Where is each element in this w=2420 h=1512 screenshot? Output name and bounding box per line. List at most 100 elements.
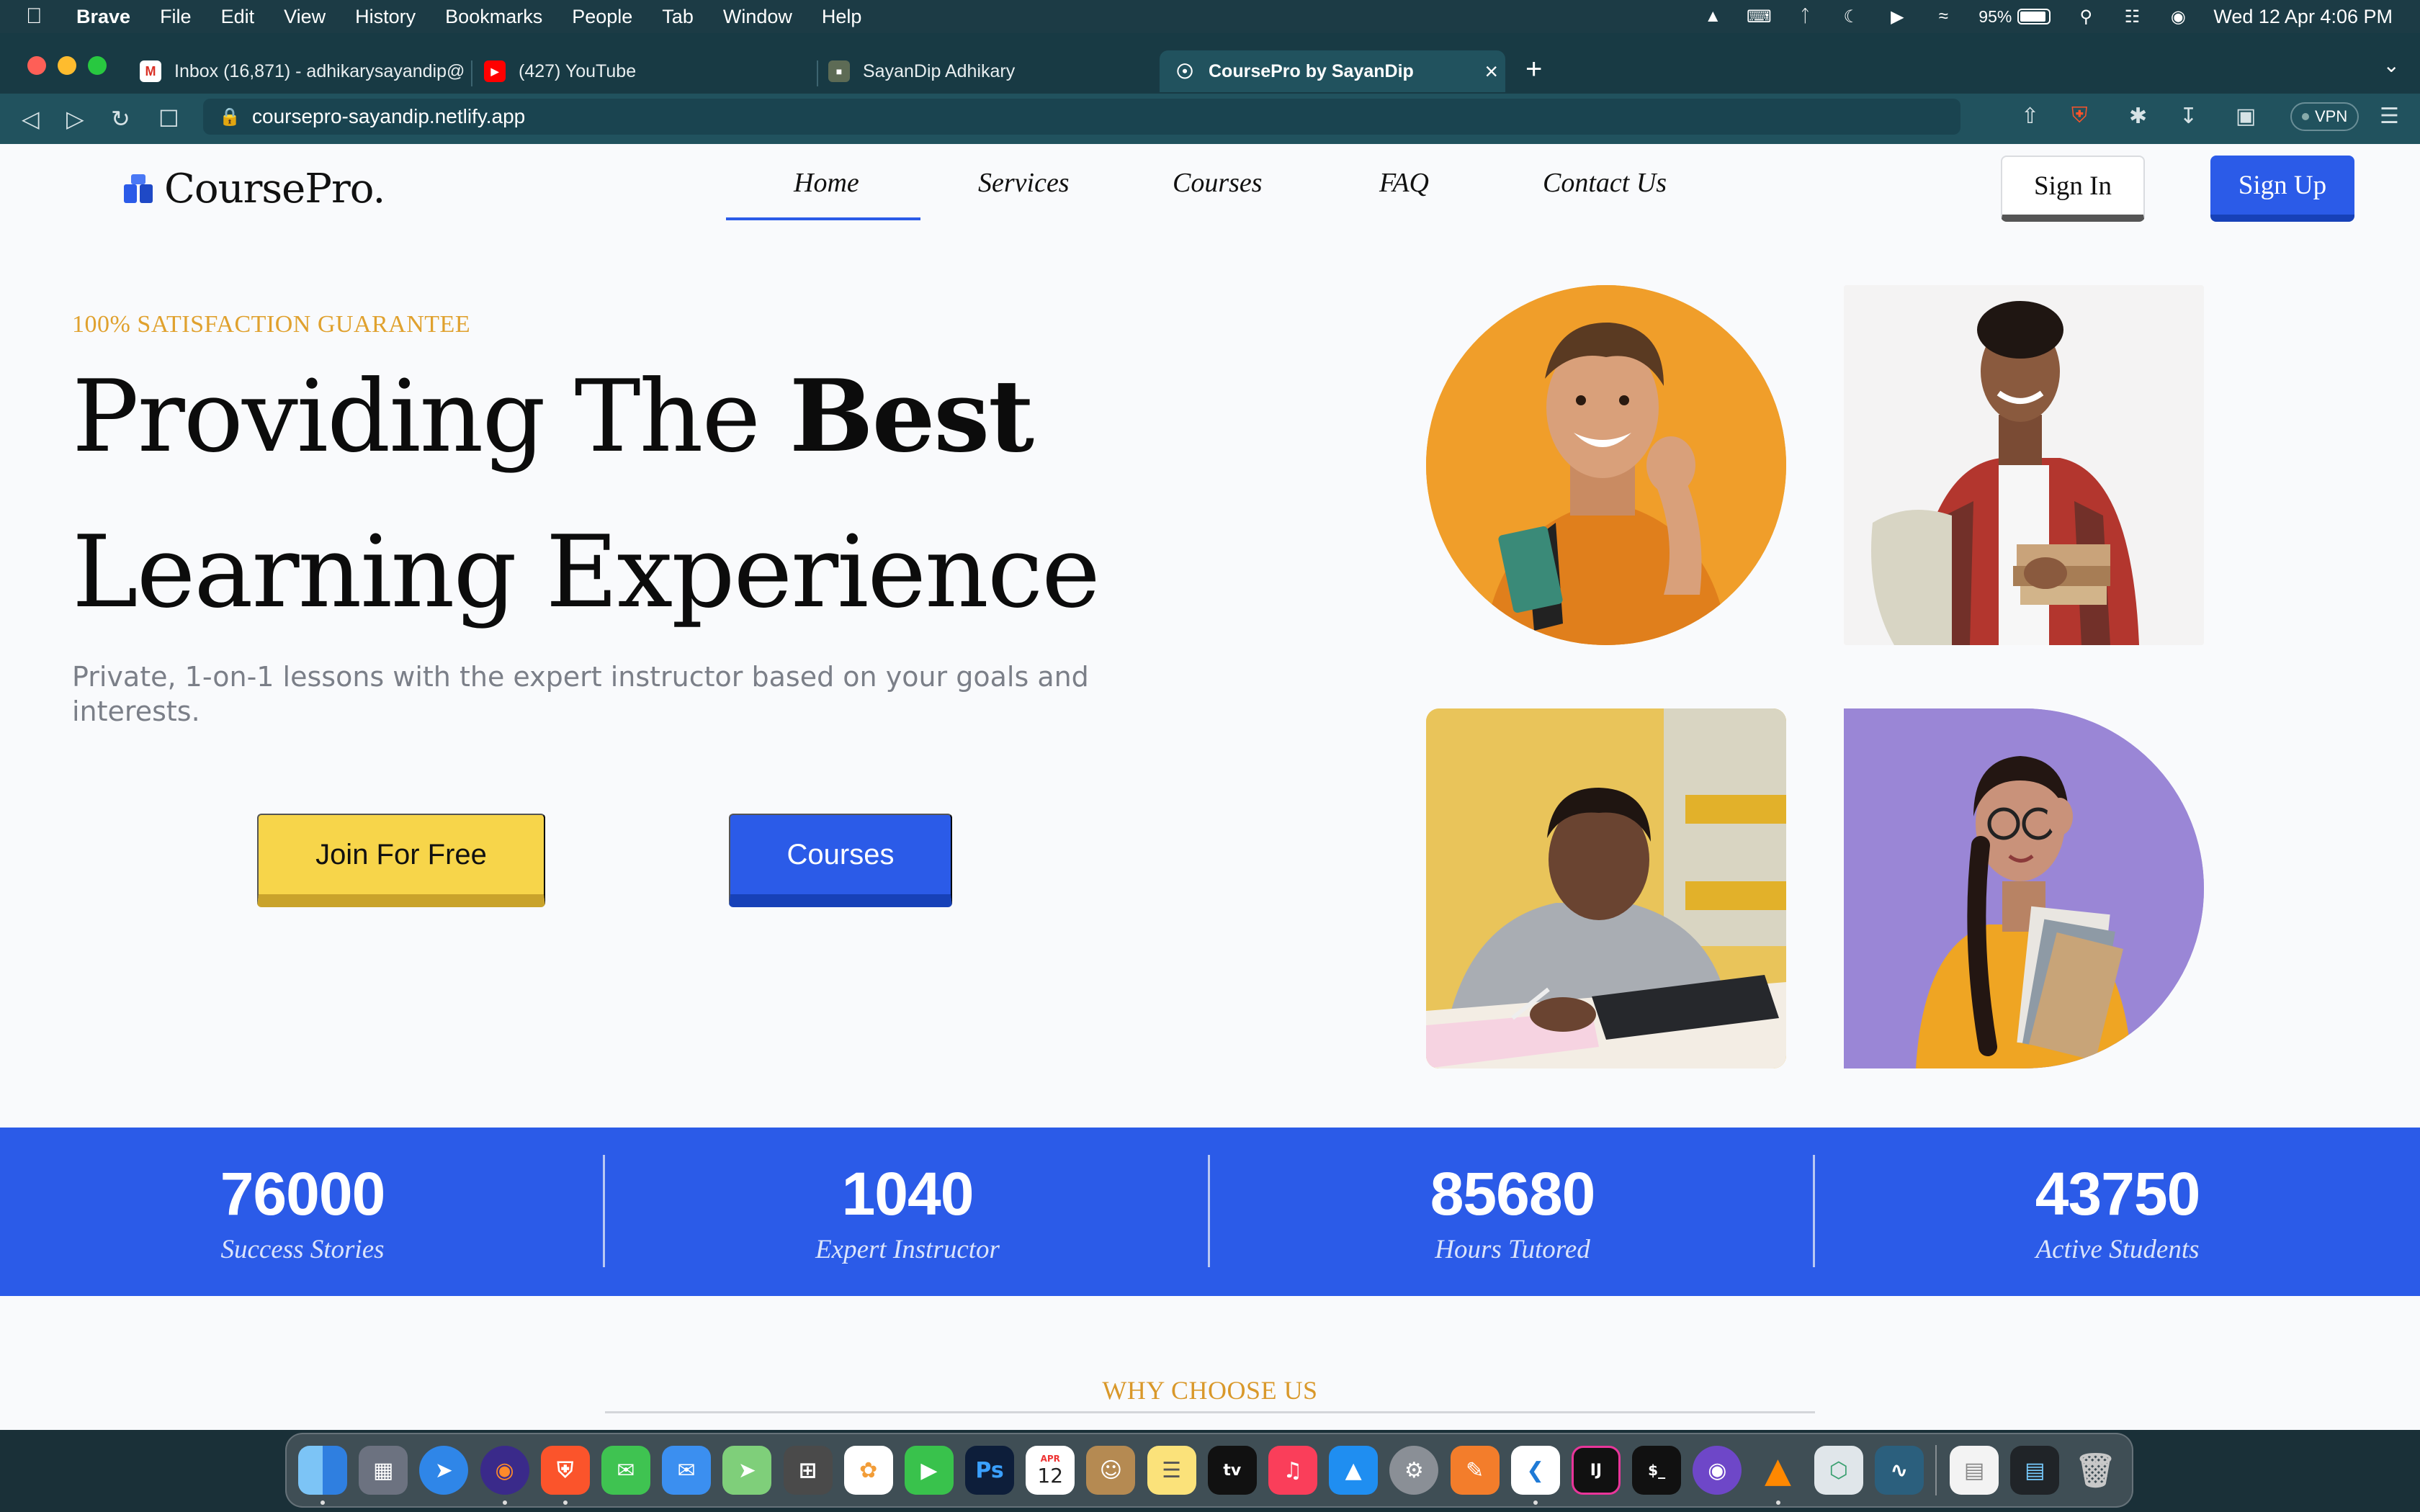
menu-tab[interactable]: Tab [662,6,694,28]
launchpad-icon[interactable]: ▦ [359,1446,408,1495]
keyboard-icon[interactable]: ⌨ [1747,7,1772,27]
calendar-icon[interactable]: APR 12 [1026,1446,1075,1495]
minimize-window-button[interactable] [58,56,76,75]
photoshop-icon[interactable]: Ps [965,1446,1015,1495]
control-center-icon[interactable]: ☷ [2121,7,2143,27]
photoshop-label: Ps [975,1457,1004,1483]
document-icon[interactable]: ▤ [1950,1446,1999,1495]
vlc-icon[interactable]: ▲ [1754,1446,1803,1505]
lock-icon[interactable]: 🔒 [219,107,241,127]
photos-icon[interactable]: ✿ [843,1446,893,1495]
wifi-icon[interactable]: ≈ [1932,6,1954,26]
tab-label: CoursePro by SayanDip [1209,60,1414,81]
vpn-status-icon [2302,113,2309,120]
close-tab-icon[interactable]: × [1484,58,1498,85]
wallet-icon[interactable]: ▣ [2236,104,2256,129]
clock[interactable]: Wed 12 Apr 4:06 PM [2213,6,2393,28]
focus-moon-icon[interactable]: ☾ [1840,7,1862,27]
screen:  Brave File Edit View History Bookmarks… [0,0,2420,1512]
nav-contact-us[interactable]: Contact Us [1543,167,1667,199]
apple-tv-label: tv [1223,1461,1242,1480]
pages-icon[interactable]: ✎ [1450,1446,1500,1495]
tab-youtube[interactable]: ▶ (427) YouTube [484,50,636,92]
menu-help[interactable]: Help [822,6,862,28]
bookmark-icon[interactable]: ☐ [158,105,179,132]
intellij-icon[interactable]: IJ [1571,1446,1621,1495]
system-settings-icon[interactable]: ⚙ [1389,1446,1439,1495]
app-store-icon[interactable]: ▲ [1329,1446,1379,1495]
tab-sayandip[interactable]: ■ SayanDip Adhikary [828,50,1015,92]
menu-app-name[interactable]: Brave [76,6,130,28]
tab-separator [471,60,472,86]
address-bar[interactable]: 🔒 coursepro-sayandip.netlify.app [203,99,1960,135]
contacts-icon[interactable]: ☺ [1086,1446,1136,1495]
tab-search-chevron-icon[interactable]: ⌄ [2383,53,2400,77]
hero-image-student-cheering [1426,285,1786,645]
menu-edit[interactable]: Edit [221,6,255,28]
mysql-workbench-icon[interactable]: ∿ [1874,1446,1924,1495]
tab-label: (427) YouTube [519,60,637,81]
close-window-button[interactable] [27,56,46,75]
new-tab-button[interactable]: + [1525,53,1542,86]
hamburger-menu-icon[interactable]: ☰ [2380,104,2399,129]
sign-up-button[interactable]: Sign Up [2210,156,2354,222]
maps-icon[interactable]: ➤ [722,1446,772,1495]
vpn-label: VPN [2315,107,2348,125]
vscode-icon[interactable]: ❮ [1510,1446,1560,1505]
menu-window[interactable]: Window [723,6,792,28]
hero-image-student-studying [1426,708,1786,1068]
dock: ▦ ➤ ◉ ⛨ ✉ ✉ ➤ ⊞ ✿ ▶ Ps APR 12 ☺ ☰ tv ♫ ▲ … [285,1433,2133,1508]
forward-icon[interactable]: ▷ [66,105,84,132]
finder-icon[interactable] [298,1446,347,1505]
nav-home[interactable]: Home [794,167,859,199]
nav-services[interactable]: Services [978,167,1070,199]
share-icon[interactable]: ⇧ [2021,104,2039,129]
brave-shields-icon[interactable]: ⛨ [2071,104,2088,128]
activity-monitor-icon[interactable]: ▤ [2010,1446,2060,1495]
zoom-window-button[interactable] [88,56,107,75]
facetime-icon[interactable]: ▶ [904,1446,954,1495]
reload-icon[interactable]: ↻ [111,105,130,132]
siri-icon[interactable]: ◉ [2167,7,2189,27]
notes-icon[interactable]: ☰ [1147,1446,1196,1495]
menu-people[interactable]: People [572,6,632,28]
back-icon[interactable]: ◁ [22,105,40,132]
mail-icon[interactable]: ✉ [662,1446,712,1495]
vlc-status-icon[interactable]: ▲ [1702,6,1724,26]
menu-bookmarks[interactable]: Bookmarks [445,6,542,28]
3d-box-icon[interactable]: ⬡ [1814,1446,1863,1495]
battery-indicator[interactable]: 95% [1978,7,2051,27]
globe-icon: ☉ [1175,60,1194,83]
tab-gmail[interactable]: M Inbox (16,871) - adhikarysayandip@ [140,50,465,92]
tab-coursepro[interactable]: ☉ CoursePro by SayanDip × [1160,50,1505,92]
apple-tv-icon[interactable]: tv [1207,1446,1257,1495]
tab-separator [817,60,818,86]
apple-menu-icon[interactable]:  [26,4,55,29]
sign-in-button[interactable]: Sign In [2001,156,2145,222]
trash-icon[interactable]: 🗑 [2071,1446,2120,1495]
music-icon[interactable]: ♫ [1268,1446,1317,1495]
hero-title-line2: Learning Experience [72,514,1101,630]
nav-courses[interactable]: Courses [1173,167,1263,199]
downloads-icon[interactable]: ↧ [2179,104,2197,129]
terminal-icon[interactable]: $_ [1632,1446,1682,1495]
menu-file[interactable]: File [160,6,192,28]
play-icon[interactable]: ▶ [1886,7,1908,27]
spotlight-search-icon[interactable]: ⚲ [2075,7,2097,27]
menu-history[interactable]: History [355,6,416,28]
messages-icon[interactable]: ✉ [601,1446,650,1495]
nav-faq[interactable]: FAQ [1379,167,1429,199]
github-desktop-icon[interactable]: ◉ [1693,1446,1742,1495]
brave-icon[interactable]: ⛨ [540,1446,590,1505]
vpn-button[interactable]: VPN [2290,102,2360,131]
menu-view[interactable]: View [284,6,326,28]
bluetooth-icon[interactable]: ᛏ [1794,6,1816,26]
firefox-icon[interactable]: ◉ [480,1446,529,1505]
join-for-free-button[interactable]: Join For Free [257,814,545,907]
extensions-puzzle-icon[interactable]: ✱ [2129,104,2147,129]
safari-icon[interactable]: ➤ [419,1446,469,1495]
site-logo[interactable]: CoursePro. [124,166,385,212]
stats-band: 76000 Success Stories 1040 Expert Instru… [0,1128,2420,1296]
calculator-icon[interactable]: ⊞ [783,1446,833,1495]
courses-button[interactable]: Courses [729,814,952,907]
